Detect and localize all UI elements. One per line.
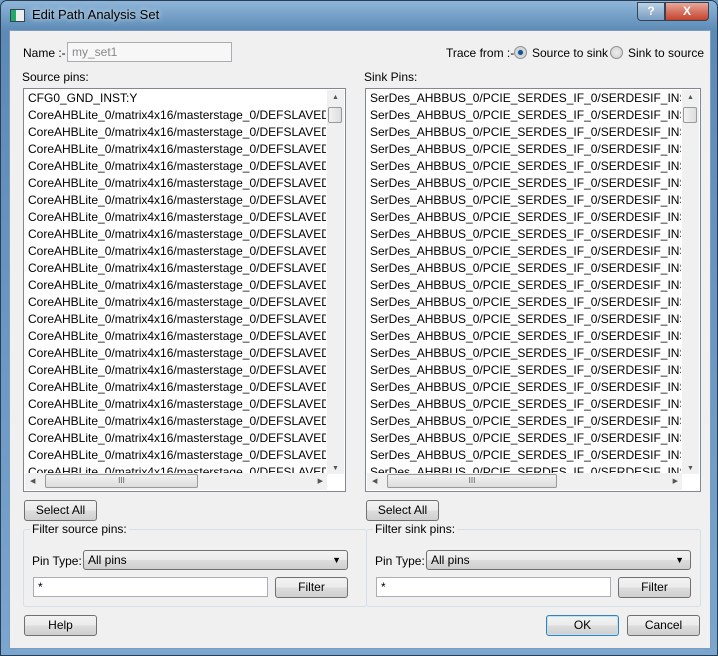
radio-source-to-sink[interactable]	[514, 46, 527, 59]
list-item[interactable]: CoreAHBLite_0/matrix4x16/masterstage_0/D…	[28, 413, 326, 430]
ok-button[interactable]: OK	[546, 615, 619, 636]
scroll-right-icon[interactable]: ▶	[318, 477, 323, 485]
horizontal-scrollbar[interactable]: ◀ III ▶	[25, 473, 327, 490]
list-item[interactable]: CoreAHBLite_0/matrix4x16/masterstage_0/D…	[28, 396, 326, 413]
scroll-down-icon[interactable]: ▼	[687, 465, 694, 472]
source-filter-button[interactable]: Filter	[275, 577, 348, 598]
radio-sink-to-source[interactable]	[610, 46, 623, 59]
source-pins-list[interactable]: CFG0_GND_INST:Y CoreAHBLite_0/matrix4x16/…	[23, 88, 346, 492]
scroll-left-icon[interactable]: ◀	[30, 477, 35, 485]
sink-pin-type-select[interactable]: All pins ▼	[426, 550, 691, 570]
list-item[interactable]: CoreAHBLite_0/matrix4x16/masterstage_0/D…	[28, 345, 326, 362]
filter-source-title: Filter source pins:	[30, 522, 129, 536]
help-title-button[interactable]: ?	[637, 2, 665, 21]
vertical-scrollbar[interactable]: ▲ ▼	[682, 90, 699, 474]
list-item[interactable]: SerDes_AHBBUS_0/PCIE_SERDES_IF_0/SERDESI…	[370, 396, 681, 413]
list-item[interactable]: CoreAHBLite_0/matrix4x16/masterstage_0/D…	[28, 107, 326, 124]
list-item[interactable]: CoreAHBLite_0/matrix4x16/masterstage_0/D…	[28, 124, 326, 141]
name-label: Name :-	[23, 46, 66, 60]
list-item[interactable]: CoreAHBLite_0/matrix4x16/masterstage_0/D…	[28, 328, 326, 345]
list-item[interactable]: CoreAHBLite_0/matrix4x16/masterstage_0/D…	[28, 379, 326, 396]
horizontal-scrollbar[interactable]: ◀ III ▶	[367, 473, 682, 490]
list-item[interactable]: SerDes_AHBBUS_0/PCIE_SERDES_IF_0/SERDESI…	[370, 226, 681, 243]
list-item[interactable]: CFG0_GND_INST:Y	[28, 90, 326, 107]
list-item[interactable]: SerDes_AHBBUS_0/PCIE_SERDES_IF_0/SERDESI…	[370, 311, 681, 328]
source-to-sink-label[interactable]: Source to sink	[532, 46, 608, 60]
list-item[interactable]: CoreAHBLite_0/matrix4x16/masterstage_0/D…	[28, 209, 326, 226]
window-title: Edit Path Analysis Set	[32, 7, 160, 22]
scroll-thumb[interactable]: III	[387, 474, 557, 488]
scroll-left-icon[interactable]: ◀	[372, 477, 377, 485]
list-item[interactable]: CoreAHBLite_0/matrix4x16/masterstage_0/D…	[28, 141, 326, 158]
list-item[interactable]: CoreAHBLite_0/matrix4x16/masterstage_0/D…	[28, 226, 326, 243]
name-input[interactable]: my_set1	[67, 42, 232, 62]
list-item[interactable]: SerDes_AHBBUS_0/PCIE_SERDES_IF_0/SERDESI…	[370, 175, 681, 192]
list-item[interactable]: CoreAHBLite_0/matrix4x16/masterstage_0/D…	[28, 277, 326, 294]
filter-source-group: Filter source pins: Pin Type: All pins ▼ …	[23, 522, 367, 607]
list-item[interactable]: CoreAHBLite_0/matrix4x16/masterstage_0/D…	[28, 430, 326, 447]
filter-sink-title: Filter sink pins:	[373, 522, 458, 536]
sink-to-source-label[interactable]: Sink to source	[628, 46, 704, 60]
list-item[interactable]: CoreAHBLite_0/matrix4x16/masterstage_0/D…	[28, 243, 326, 260]
list-item[interactable]: SerDes_AHBBUS_0/PCIE_SERDES_IF_0/SERDESI…	[370, 328, 681, 345]
list-item[interactable]: SerDes_AHBBUS_0/PCIE_SERDES_IF_0/SERDESI…	[370, 362, 681, 379]
scroll-up-icon[interactable]: ▲	[687, 94, 694, 101]
list-item[interactable]: CoreAHBLite_0/matrix4x16/masterstage_0/D…	[28, 362, 326, 379]
close-button[interactable]: X	[665, 2, 709, 21]
list-item[interactable]: SerDes_AHBBUS_0/PCIE_SERDES_IF_0/SERDESI…	[370, 345, 681, 362]
sink-select-all-button[interactable]: Select All	[366, 500, 439, 521]
cancel-button[interactable]: Cancel	[627, 615, 700, 636]
vertical-scrollbar[interactable]: ▲ ▼	[327, 90, 344, 474]
list-item[interactable]: SerDes_AHBBUS_0/PCIE_SERDES_IF_0/SERDESI…	[370, 90, 681, 107]
list-item[interactable]: CoreAHBLite_0/matrix4x16/masterstage_0/D…	[28, 260, 326, 277]
list-item[interactable]: CoreAHBLite_0/matrix4x16/masterstage_0/D…	[28, 447, 326, 464]
list-item[interactable]: SerDes_AHBBUS_0/PCIE_SERDES_IF_0/SERDESI…	[370, 209, 681, 226]
list-item[interactable]: SerDes_AHBBUS_0/PCIE_SERDES_IF_0/SERDESI…	[370, 192, 681, 209]
help-button[interactable]: Help	[24, 615, 97, 636]
chevron-down-icon: ▼	[332, 555, 341, 565]
list-item[interactable]: SerDes_AHBBUS_0/PCIE_SERDES_IF_0/SERDESI…	[370, 447, 681, 464]
scroll-thumb[interactable]	[683, 107, 697, 123]
scroll-down-icon[interactable]: ▼	[332, 465, 339, 472]
sink-filter-button[interactable]: Filter	[618, 577, 691, 598]
list-item[interactable]: CoreAHBLite_0/matrix4x16/masterstage_0/D…	[28, 294, 326, 311]
scroll-right-icon[interactable]: ▶	[673, 477, 678, 485]
list-item[interactable]: SerDes_AHBBUS_0/PCIE_SERDES_IF_0/SERDESI…	[370, 430, 681, 447]
dialog-body: Name :- my_set1 Trace from :- Source to …	[9, 30, 711, 649]
source-filter-input[interactable]: *	[33, 577, 268, 597]
list-item[interactable]: CoreAHBLite_0/matrix4x16/masterstage_0/D…	[28, 311, 326, 328]
source-pin-type-select[interactable]: All pins ▼	[83, 550, 348, 570]
pin-type-label: Pin Type:	[375, 554, 425, 568]
sink-pins-label: Sink Pins:	[364, 70, 418, 84]
source-pins-label: Source pins:	[22, 70, 89, 84]
list-item[interactable]: SerDes_AHBBUS_0/PCIE_SERDES_IF_0/SERDESI…	[370, 277, 681, 294]
list-item[interactable]: SerDes_AHBBUS_0/PCIE_SERDES_IF_0/SERDESI…	[370, 413, 681, 430]
list-item[interactable]: CoreAHBLite_0/matrix4x16/masterstage_0/D…	[28, 175, 326, 192]
list-item[interactable]: CoreAHBLite_0/matrix4x16/masterstage_0/D…	[28, 192, 326, 209]
list-item[interactable]: SerDes_AHBBUS_0/PCIE_SERDES_IF_0/SERDESI…	[370, 243, 681, 260]
scroll-thumb[interactable]: III	[45, 474, 198, 488]
sink-filter-input[interactable]: *	[376, 577, 611, 597]
list-item[interactable]: SerDes_AHBBUS_0/PCIE_SERDES_IF_0/SERDESI…	[370, 158, 681, 175]
scroll-thumb[interactable]	[328, 107, 342, 123]
list-item[interactable]: SerDes_AHBBUS_0/PCIE_SERDES_IF_0/SERDESI…	[370, 124, 681, 141]
scroll-up-icon[interactable]: ▲	[332, 94, 339, 101]
dialog-window: Edit Path Analysis Set ? X Name :- my_se…	[0, 0, 718, 656]
list-item[interactable]: CoreAHBLite_0/matrix4x16/masterstage_0/D…	[28, 158, 326, 175]
pin-type-value: All pins	[88, 553, 127, 567]
app-icon	[10, 9, 25, 22]
pin-type-value: All pins	[431, 553, 470, 567]
chevron-down-icon: ▼	[675, 555, 684, 565]
title-bar[interactable]: Edit Path Analysis Set ? X	[1, 1, 717, 29]
list-item[interactable]: SerDes_AHBBUS_0/PCIE_SERDES_IF_0/SERDESI…	[370, 379, 681, 396]
sink-pins-list[interactable]: SerDes_AHBBUS_0/PCIE_SERDES_IF_0/SERDESI…	[365, 88, 701, 492]
list-item[interactable]: SerDes_AHBBUS_0/PCIE_SERDES_IF_0/SERDESI…	[370, 107, 681, 124]
source-select-all-button[interactable]: Select All	[24, 500, 97, 521]
filter-sink-group: Filter sink pins: Pin Type: All pins ▼ * …	[366, 522, 701, 607]
trace-from-label: Trace from :-	[446, 46, 515, 60]
list-item[interactable]: SerDes_AHBBUS_0/PCIE_SERDES_IF_0/SERDESI…	[370, 294, 681, 311]
list-item[interactable]: SerDes_AHBBUS_0/PCIE_SERDES_IF_0/SERDESI…	[370, 260, 681, 277]
list-item[interactable]: SerDes_AHBBUS_0/PCIE_SERDES_IF_0/SERDESI…	[370, 141, 681, 158]
pin-type-label: Pin Type:	[32, 554, 82, 568]
